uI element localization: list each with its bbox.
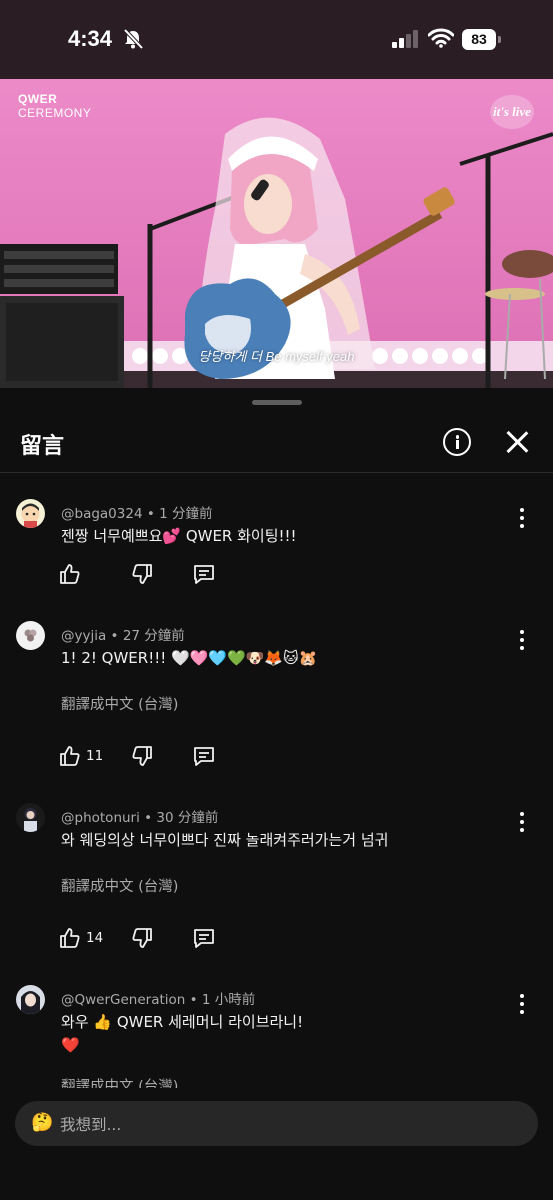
video-channel-brand: QWER CEREMONY [18, 92, 91, 120]
like-icon [60, 746, 80, 766]
comment-text: 1! 2! QWER!!! 🤍🩷🩵💚🐶🦊🐱🐹 [61, 649, 318, 667]
comment-author[interactable]: @yyjia [61, 628, 106, 644]
dislike-button[interactable] [130, 744, 156, 770]
reply-icon [194, 747, 214, 766]
more-icon[interactable] [512, 507, 532, 529]
like-button[interactable]: 14 [58, 926, 118, 952]
status-bar: 4:34 83 [0, 0, 553, 79]
more-icon[interactable] [512, 811, 532, 833]
signal-icon [392, 30, 418, 48]
comment-actions [58, 562, 258, 588]
comment-meta: @yyjia • 27 分鐘前 [61, 628, 185, 644]
comment-author[interactable]: @photonuri [61, 810, 140, 826]
like-count: 14 [86, 930, 104, 946]
avatar[interactable] [16, 499, 45, 528]
like-icon [60, 564, 80, 584]
comment-text-line-2: ❤️ [61, 1036, 80, 1054]
comment-text: 와우 👍 QWER 세레머니 라이브라니! [61, 1013, 304, 1031]
comment-time: 30 分鐘前 [156, 810, 219, 826]
video-player[interactable]: QWER CEREMONY it's live 당당하게 더 Be myself… [0, 79, 553, 388]
dislike-icon [132, 564, 152, 584]
comment-meta: @photonuri • 30 分鐘前 [61, 810, 219, 826]
video-frame [0, 79, 553, 388]
comment-actions: 14 [58, 926, 258, 952]
battery-icon: 83 [462, 29, 502, 50]
comment-actions: 11 [58, 744, 258, 770]
comment-time: 27 分鐘前 [122, 628, 185, 644]
comment-time: 1 分鐘前 [159, 506, 213, 522]
dislike-button[interactable] [130, 562, 156, 588]
comment-text: 젠짱 너무예쁘요💕 QWER 화이팅!!! [61, 527, 297, 545]
battery-level: 83 [462, 29, 496, 50]
reply-button[interactable] [192, 744, 218, 770]
comment-input-placeholder: 我想到... [60, 1116, 122, 1134]
drag-handle[interactable] [252, 400, 302, 405]
wifi-icon [428, 28, 454, 48]
translate-link[interactable]: 翻譯成中文 (台灣) [61, 693, 178, 714]
like-button[interactable]: 11 [58, 744, 118, 770]
brand-line-1: QWER [18, 92, 58, 106]
info-icon[interactable] [443, 428, 471, 456]
video-subtitle: 당당하게 더 Be myself yeah [198, 349, 355, 364]
like-icon [60, 928, 80, 948]
comment-input[interactable]: 🤔 我想到... [15, 1101, 538, 1146]
status-time: 4:34 [68, 26, 113, 51]
dislike-icon [132, 746, 152, 766]
comment-text: 와 웨딩의상 너무이쁘다 진짜 놀래켜주러가는거 넘귀 [61, 831, 389, 849]
comment-meta: @baga0324 • 1 分鐘前 [61, 506, 213, 522]
sheet-title: 留言 [20, 434, 65, 459]
avatar[interactable] [16, 985, 45, 1014]
comment-list[interactable]: @baga0324 • 1 分鐘前 젠짱 너무예쁘요💕 QWER 화이팅!!! [0, 473, 553, 1088]
reply-button[interactable] [192, 562, 218, 588]
comment-time: 1 小時前 [201, 992, 256, 1008]
its-live-logo: it's live [490, 95, 534, 129]
comment-author[interactable]: @QwerGeneration [61, 992, 185, 1008]
dislike-icon [132, 928, 152, 948]
more-icon[interactable] [512, 629, 532, 651]
avatar[interactable] [16, 621, 45, 650]
comments-sheet: 留言 @baga0324 • 1 分鐘前 젠짱 너무예쁘요💕 QWER 화이팅!… [0, 388, 553, 1200]
like-button[interactable] [58, 562, 84, 588]
brand-line-2: CEREMONY [18, 106, 92, 120]
comment-meta: @QwerGeneration • 1 小時前 [61, 992, 256, 1008]
more-icon[interactable] [512, 993, 532, 1015]
thinking-emoji-icon: 🤔 [31, 1112, 54, 1133]
translate-link[interactable]: 翻譯成中文 (台灣) [61, 875, 178, 896]
bell-off-icon [123, 28, 144, 50]
close-icon[interactable] [505, 430, 529, 454]
reply-icon [194, 929, 214, 948]
reply-icon [194, 565, 214, 584]
translate-link[interactable]: 翻譯成中文 (台灣) [61, 1075, 178, 1088]
reply-button[interactable] [192, 926, 218, 952]
like-count: 11 [86, 748, 104, 764]
avatar[interactable] [16, 803, 45, 832]
dislike-button[interactable] [130, 926, 156, 952]
comment-author[interactable]: @baga0324 [61, 506, 143, 522]
